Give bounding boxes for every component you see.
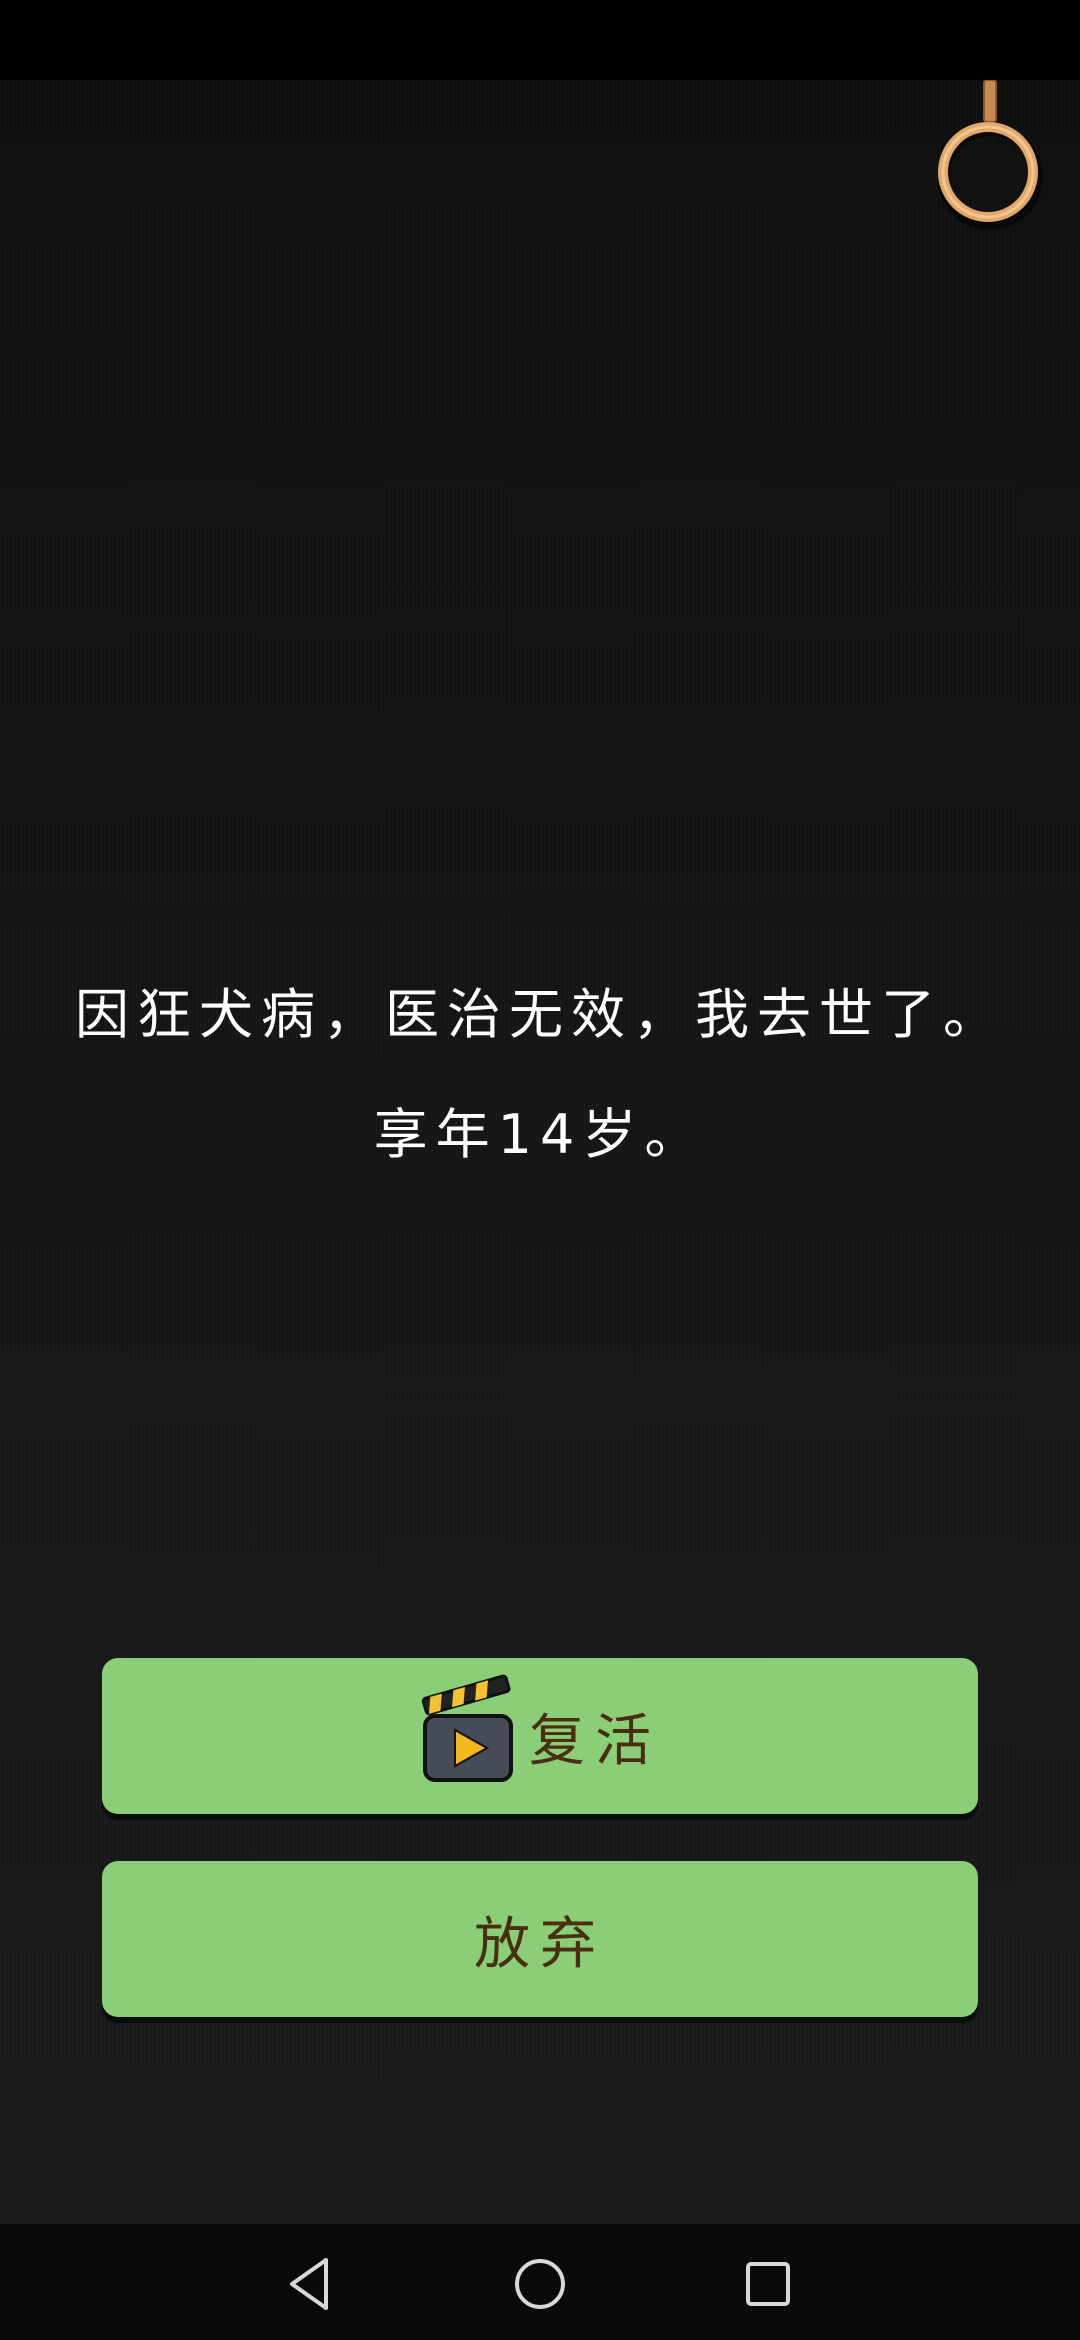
recent-apps-icon[interactable] [738, 2254, 798, 2314]
system-navigation-bar [0, 2224, 1080, 2340]
death-message-line-1: 因狂犬病，医治无效，我去世了。 [75, 983, 1005, 1046]
revive-button[interactable]: 复活 [102, 1658, 978, 1814]
hanging-ring-icon [937, 80, 1043, 230]
revive-button-label: 复活 [529, 1708, 661, 1774]
video-clapperboard-play-icon [421, 1674, 513, 1782]
give-up-button-label: 放弃 [474, 1911, 606, 1977]
status-bar [0, 0, 1080, 80]
give-up-button[interactable]: 放弃 [102, 1861, 978, 2017]
death-message-line-2: 享年14岁。 [373, 1103, 707, 1166]
screen: 因狂犬病，医治无效，我去世了。 享年14岁。 复活 放弃 [0, 0, 1080, 2340]
home-icon[interactable] [510, 2254, 570, 2314]
back-icon[interactable] [280, 2254, 340, 2314]
death-message: 因狂犬病，医治无效，我去世了。 享年14岁。 [0, 980, 1080, 1220]
